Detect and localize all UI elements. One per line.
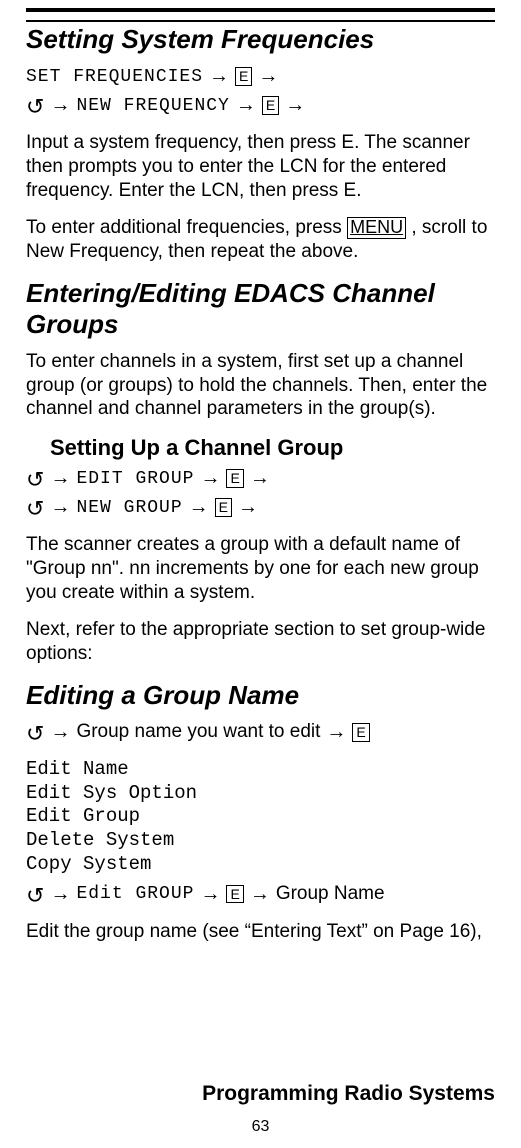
menu-item: Delete System [26,829,495,853]
para-default-group-name: The scanner creates a group with a defau… [26,533,495,604]
menu-item: Edit Group [26,805,495,829]
key-e: E [235,67,252,86]
arrow-icon: → [258,65,278,88]
arrow-icon: → [200,883,220,906]
menu-item: Edit Name [26,758,495,782]
seq-text: Edit GROUP [76,884,194,904]
sequence-edit-group-name: → Edit GROUP → E → Group Name [26,883,495,906]
arrow-icon: → [50,467,70,490]
arrow-icon: → [236,94,256,117]
seq-text: EDIT GROUP [76,469,194,489]
arrow-icon: → [50,883,70,906]
para-edit-group-name: Edit the group name (see “Entering Text”… [26,920,495,944]
para-additional-frequencies: To enter additional frequencies, press M… [26,216,495,264]
seq-text: Group Name [276,883,385,905]
arrow-icon: → [285,94,305,117]
scroll-icon [26,883,44,906]
footer-section-title: Programming Radio Systems [202,1082,495,1106]
key-e: E [215,498,232,517]
heading-edacs-channel-groups: Entering/Editing EDACS Channel Groups [26,278,495,340]
para-group-options: Next, refer to the appropriate section t… [26,618,495,666]
key-e: E [226,469,243,488]
arrow-icon: → [238,496,258,519]
key-e: E [352,723,369,742]
menu-item: Edit Sys Option [26,782,495,806]
arrow-icon: → [250,883,270,906]
scroll-icon [26,496,44,519]
sequence-new-group: → NEW GROUP → E → [26,496,495,519]
para-input-frequency: Input a system frequency, then press E. … [26,131,495,202]
arrow-icon: → [50,94,70,117]
heading-setting-system-frequencies: Setting System Frequencies [26,24,495,55]
key-menu: MENU [347,217,406,239]
sequence-set-frequencies-1: SET FREQUENCIES → E → [26,65,495,88]
arrow-icon: → [189,496,209,519]
arrow-icon: → [209,65,229,88]
sequence-edit-group: → EDIT GROUP → E → [26,467,495,490]
menu-list: Edit Name Edit Sys Option Edit Group Del… [26,758,495,877]
seq-text: NEW GROUP [76,498,182,518]
key-e: E [226,885,243,904]
arrow-icon: → [326,721,346,744]
scroll-icon [26,467,44,490]
rule-thick [26,8,495,12]
sequence-select-group: → Group name you want to edit → E [26,721,495,744]
scroll-icon [26,721,44,744]
page-number: 63 [0,1118,521,1136]
arrow-icon: → [200,467,220,490]
subheading-setting-channel-group: Setting Up a Channel Group [50,435,495,461]
heading-editing-group-name: Editing a Group Name [26,680,495,711]
arrow-icon: → [50,496,70,519]
para-text-a: To enter additional frequencies, press [26,217,347,238]
seq-text: Group name you want to edit [76,721,320,743]
seq-text: NEW FREQUENCY [76,96,229,116]
sequence-set-frequencies-2: → NEW FREQUENCY → E → [26,94,495,117]
scroll-icon [26,94,44,117]
seq-text: SET FREQUENCIES [26,67,203,87]
arrow-icon: → [250,467,270,490]
para-channel-groups: To enter channels in a system, first set… [26,350,495,421]
rule-thin [26,20,495,22]
menu-item: Copy System [26,853,495,877]
key-e: E [262,96,279,115]
arrow-icon: → [50,721,70,744]
